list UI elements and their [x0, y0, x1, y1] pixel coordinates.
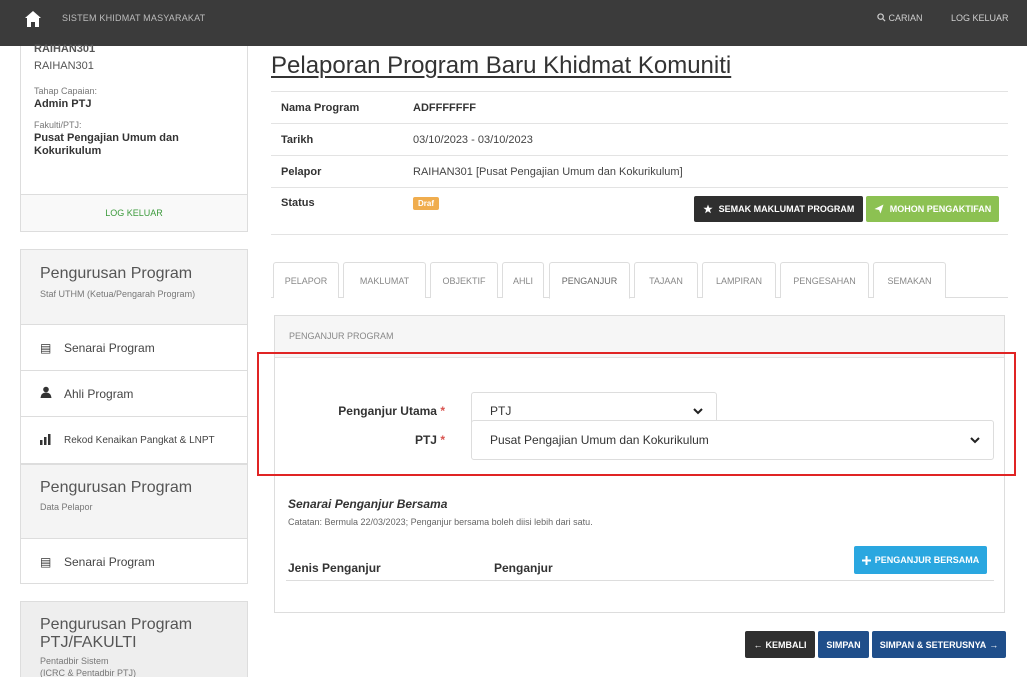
tab-maklumat[interactable]: MAKLUMAT: [343, 262, 426, 298]
tab-objektif[interactable]: OBJEKTIF: [430, 262, 498, 298]
info-label: Nama Program: [281, 102, 360, 114]
search-link[interactable]: CARIAN: [877, 13, 923, 23]
profile-logout-button[interactable]: LOG KELUAR: [21, 194, 247, 231]
star-icon: [702, 204, 713, 214]
co-organizer-note: Catatan: Bermula 22/03/2023; Penganjur b…: [288, 517, 593, 527]
info-label: Tarikh: [281, 134, 314, 146]
arrow-right-icon: →: [989, 639, 999, 650]
info-value: ADFFFFFFF: [413, 102, 476, 114]
check-program-button[interactable]: SEMAK MAKLUMAT PROGRAM: [694, 196, 863, 222]
faculty-value: Pusat Pengajian Umum dan Kokurikulum: [34, 132, 179, 157]
highlight-box: [257, 352, 1016, 476]
sidebar-item-label: Rekod Kenaikan Pangkat & LNPT: [64, 435, 215, 446]
add-co-organizer-label: PENGANJUR BERSAMA: [874, 555, 980, 565]
home-icon[interactable]: [24, 10, 42, 28]
logout-link[interactable]: LOG KELUAR: [951, 13, 1009, 23]
bar-chart-icon: [40, 433, 54, 448]
tab-bar: PELAPOR MAKLUMAT OBJEKTIF AHLI PENGANJUR…: [271, 262, 1008, 299]
sidebar-section-header: Pengurusan Program Staf UTHM (Ketua/Peng…: [21, 250, 247, 324]
faculty-label: Fakulti/PTJ:: [34, 120, 82, 130]
table-divider: [286, 580, 994, 581]
tab-pelapor[interactable]: PELAPOR: [273, 262, 339, 298]
save-next-label: SIMPAN & SETERUSNYA: [879, 639, 987, 650]
tab-semakan[interactable]: SEMAKAN: [873, 262, 946, 298]
page-title: Pelaporan Program Baru Khidmat Komuniti: [271, 52, 732, 79]
add-co-organizer-button[interactable]: PENGANJUR BERSAMA: [854, 546, 987, 574]
sidebar-section-header: Pengurusan Program Data Pelapor: [21, 465, 247, 538]
sidebar-section-ptj: Pengurusan Program PTJ/FAKULTI Pentadbir…: [20, 601, 248, 677]
sidebar-section-title: Pengurusan Program: [40, 479, 193, 496]
info-value: 03/10/2023 - 03/10/2023: [413, 134, 533, 146]
user-icon: [40, 386, 54, 401]
sidebar-section-staff: Pengurusan Program Staf UTHM (Ketua/Peng…: [20, 249, 248, 464]
sidebar-item-senarai-program-2[interactable]: ▤ Senarai Program: [21, 538, 247, 584]
sidebar-section-title-2: PTJ/FAKULTI: [40, 634, 137, 651]
check-program-label: SEMAK MAKLUMAT PROGRAM: [718, 204, 855, 214]
sidebar-item-rekod-kenaikan[interactable]: Rekod Kenaikan Pangkat & LNPT: [21, 416, 247, 464]
sidebar-item-senarai-program[interactable]: ▤ Senarai Program: [21, 324, 247, 370]
status-cell: Draf: [413, 197, 440, 210]
request-activation-label: MOHON PENGAKTIFAN: [889, 204, 992, 214]
tab-tajaan[interactable]: TAJAAN: [634, 262, 698, 298]
sidebar-section-data-pelapor: Pengurusan Program Data Pelapor ▤ Senara…: [20, 464, 248, 584]
access-level-value: Admin PTJ: [34, 98, 92, 110]
info-value: RAIHAN301 [Pusat Pengajian Umum dan Koku…: [413, 166, 683, 178]
sidebar-item-ahli-program[interactable]: Ahli Program: [21, 370, 247, 416]
info-label: Status: [281, 197, 315, 209]
sidebar-item-label: Ahli Program: [64, 386, 134, 401]
co-organizer-title: Senarai Penganjur Bersama: [288, 497, 448, 511]
sidebar-section-title: Pengurusan Program: [40, 265, 193, 282]
list-icon: ▤: [40, 340, 52, 355]
back-label: KEMBALI: [765, 639, 807, 650]
access-level-label: Tahap Capaian:: [34, 86, 98, 96]
tab-penganjur[interactable]: PENGANJUR: [549, 262, 630, 299]
info-row-program: Nama Program ADFFFFFFF: [271, 91, 1008, 123]
profile-card: RAIHAN301 RAIHAN301 Tahap Capaian: Admin…: [20, 43, 248, 232]
request-activation-button[interactable]: MOHON PENGAKTIFAN: [866, 196, 999, 222]
info-row-reporter: Pelapor RAIHAN301 [Pusat Pengajian Umum …: [271, 155, 1008, 187]
info-label: Pelapor: [281, 166, 322, 178]
search-link-label: CARIAN: [888, 13, 923, 23]
sidebar-section-title: Pengurusan Program: [40, 616, 193, 633]
save-next-button[interactable]: SIMPAN & SETERUSNYA →: [872, 631, 1006, 658]
profile-name: RAIHAN301: [34, 43, 96, 55]
search-icon: [877, 13, 886, 22]
brand-title[interactable]: SISTEM KHIDMAT MASYARAKAT: [62, 13, 205, 23]
back-button[interactable]: ← KEMBALI: [745, 631, 815, 658]
status-badge: Draf: [413, 197, 440, 210]
arrow-left-icon: ←: [753, 639, 763, 650]
top-navbar: SISTEM KHIDMAT MASYARAKAT CARIAN LOG KEL…: [0, 0, 1027, 46]
profile-username: RAIHAN301: [34, 60, 94, 72]
sidebar-section-subtitle: Staf UTHM (Ketua/Pengarah Program): [40, 289, 196, 299]
column-jenis-penganjur: Jenis Penganjur: [288, 561, 381, 575]
tab-pengesahan[interactable]: PENGESAHAN: [780, 262, 869, 298]
list-icon: ▤: [40, 554, 52, 569]
column-penganjur: Penganjur: [494, 561, 553, 575]
sidebar-item-label: Senarai Program: [64, 554, 155, 569]
sidebar-section-subtitle-2: (ICRC & Pentadbir PTJ): [40, 668, 137, 677]
sidebar-section-subtitle: Pentadbir Sistem: [40, 656, 109, 666]
save-button[interactable]: SIMPAN: [818, 631, 869, 658]
sidebar-section-subtitle: Data Pelapor: [40, 502, 93, 512]
send-icon: [874, 204, 884, 214]
info-row-date: Tarikh 03/10/2023 - 03/10/2023: [271, 123, 1008, 155]
tab-lampiran[interactable]: LAMPIRAN: [702, 262, 776, 298]
sidebar-item-label: Senarai Program: [64, 340, 155, 355]
plus-icon: [861, 555, 871, 565]
tab-ahli[interactable]: AHLI: [502, 262, 544, 298]
